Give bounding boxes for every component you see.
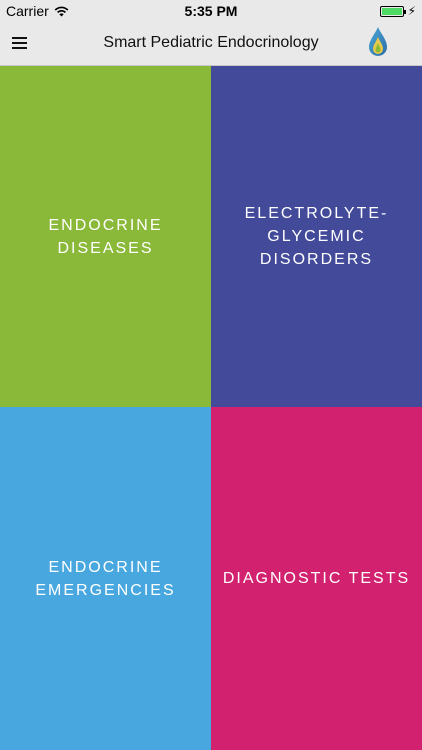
status-right: ⚡ bbox=[379, 4, 416, 18]
status-left: Carrier bbox=[6, 3, 69, 19]
tile-label: ELECTROLYTE- GLYCEMIC DISORDERS bbox=[244, 205, 389, 268]
tile-endocrine-emergencies[interactable]: ENDOCRINE EMERGENCIES bbox=[0, 407, 211, 750]
drop-logo-icon bbox=[369, 27, 387, 56]
app-screen: Carrier 5:35 PM ⚡ Smart Pediatric Endocr… bbox=[0, 0, 422, 750]
battery-fill bbox=[381, 7, 402, 15]
wifi-icon bbox=[54, 6, 69, 16]
battery-icon bbox=[379, 5, 406, 17]
tile-electrolyte-glycemic-disorders[interactable]: ELECTROLYTE- GLYCEMIC DISORDERS bbox=[211, 66, 422, 407]
tile-label: DIAGNOSTIC TESTS bbox=[222, 570, 411, 587]
charging-bolt-icon: ⚡ bbox=[407, 4, 416, 18]
tile-label: ENDOCRINE DISEASES bbox=[48, 216, 163, 257]
tile-endocrine-diseases[interactable]: ENDOCRINE DISEASES bbox=[0, 66, 211, 407]
page-title: Smart Pediatric Endocrinology bbox=[103, 34, 319, 51]
navigation-bar: Smart Pediatric Endocrinology bbox=[0, 22, 422, 66]
status-bar: Carrier 5:35 PM ⚡ bbox=[0, 0, 422, 22]
tile-label: ENDOCRINE EMERGENCIES bbox=[35, 558, 176, 599]
carrier-label: Carrier bbox=[6, 3, 49, 19]
category-grid: ENDOCRINE DISEASES ELECTROLYTE- GLYCEMIC… bbox=[0, 66, 422, 750]
tile-diagnostic-tests[interactable]: DIAGNOSTIC TESTS bbox=[211, 407, 422, 750]
